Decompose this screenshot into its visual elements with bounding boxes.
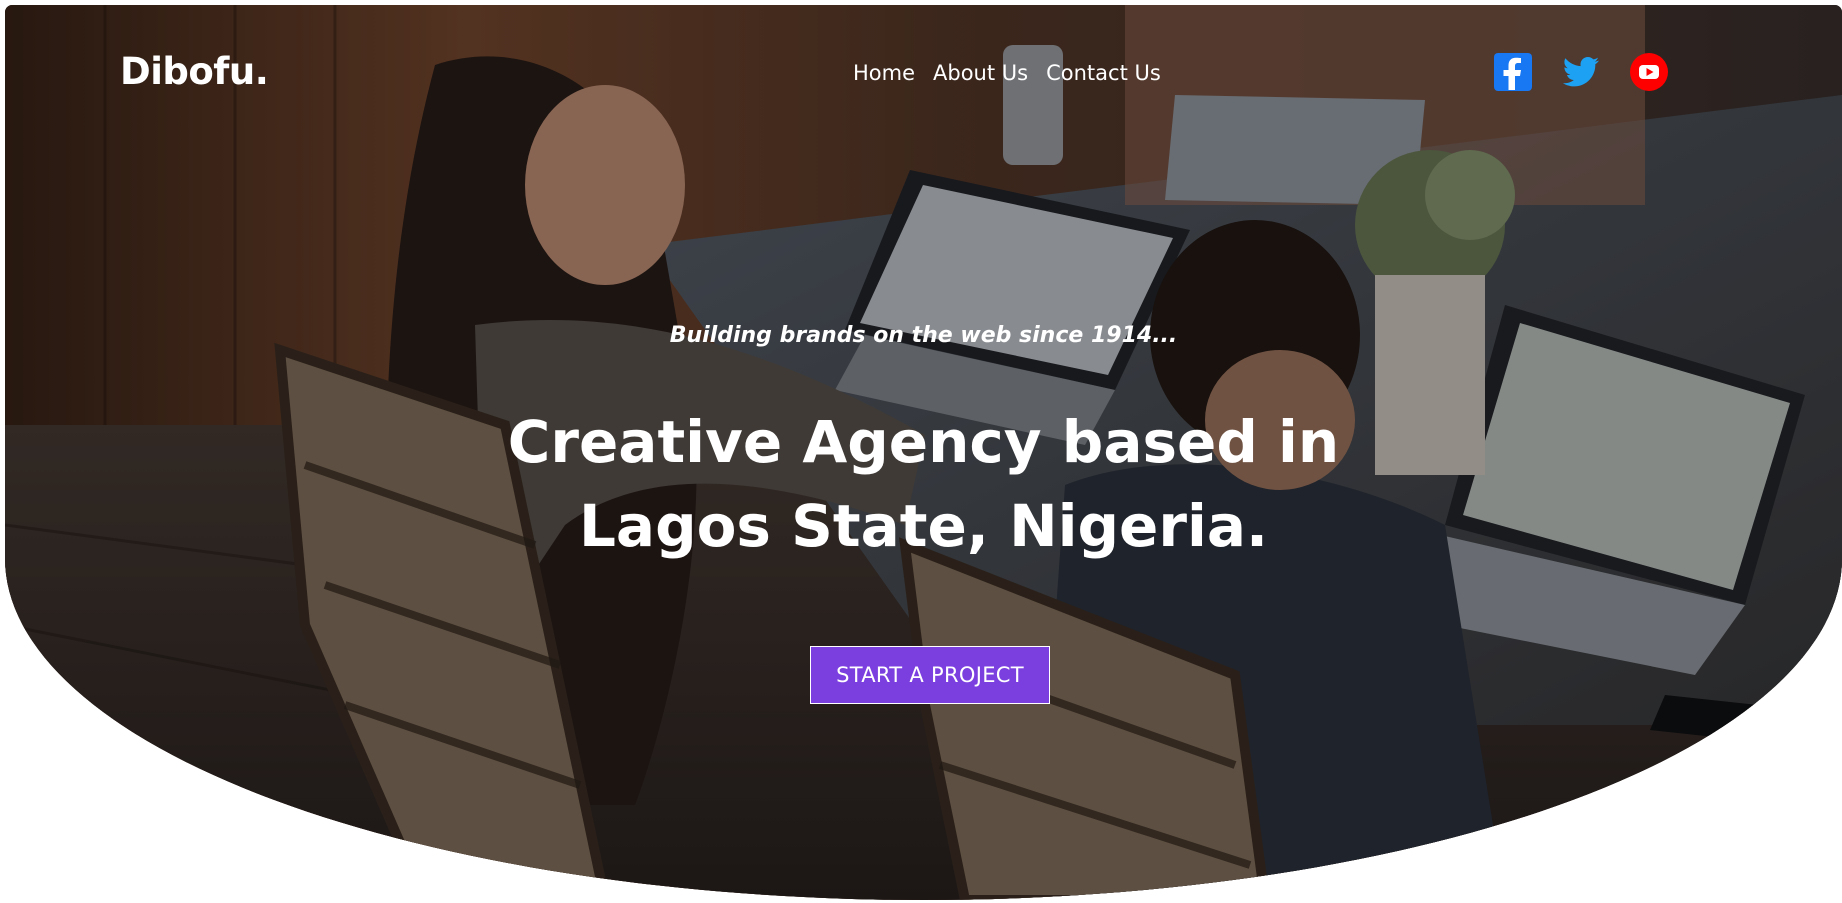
hero-headline-line-1: Creative Agency based in — [507, 408, 1340, 476]
hero-tagline: Building brands on the web since 1914... — [669, 323, 1178, 348]
facebook-icon[interactable] — [1493, 52, 1533, 92]
youtube-icon[interactable] — [1629, 52, 1669, 92]
main-nav: Home About Us Contact Us — [853, 61, 1161, 85]
brand-logo[interactable]: Dibofu. — [120, 50, 269, 93]
hero-headline-line-2: Lagos State, Nigeria. — [578, 492, 1269, 560]
hero-headline: Creative Agency based in Lagos State, Ni… — [5, 400, 1842, 568]
hero-section: Dibofu. Home About Us Contact Us Buildin… — [5, 5, 1842, 900]
start-project-button[interactable]: START A PROJECT — [810, 646, 1050, 704]
social-links — [1493, 52, 1669, 92]
nav-link-about-us[interactable]: About Us — [933, 61, 1028, 85]
nav-link-home[interactable]: Home — [853, 61, 915, 85]
nav-link-contact-us[interactable]: Contact Us — [1046, 61, 1161, 85]
twitter-icon[interactable] — [1561, 52, 1601, 92]
page: Dibofu. Home About Us Contact Us Buildin… — [0, 0, 1842, 903]
